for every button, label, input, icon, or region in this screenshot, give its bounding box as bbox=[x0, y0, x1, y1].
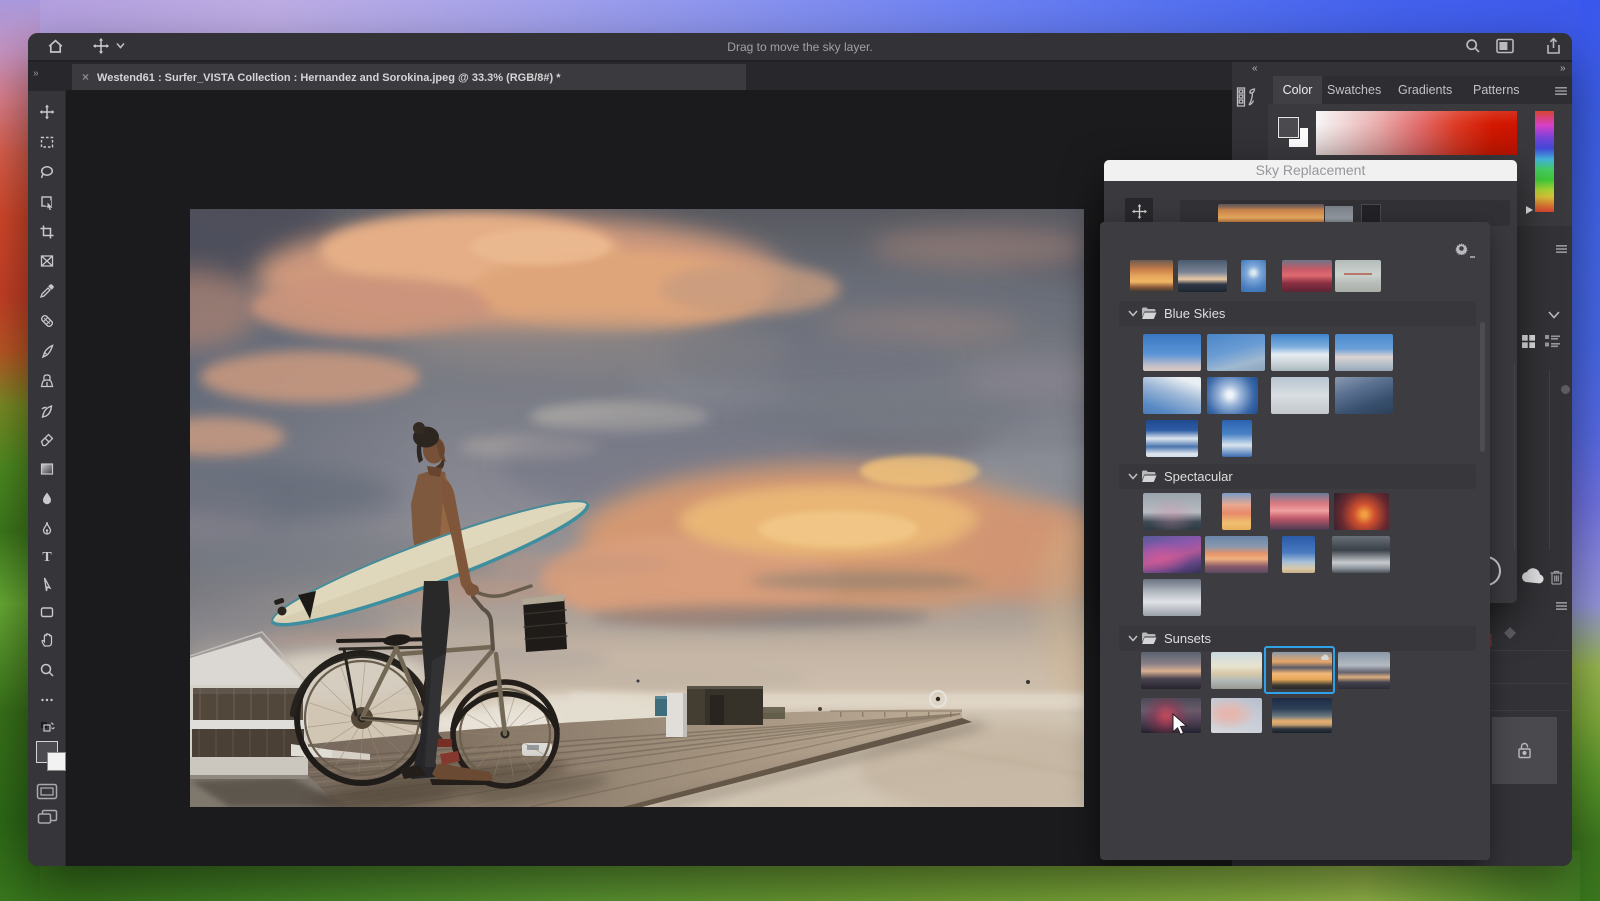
svg-text:T: T bbox=[42, 550, 52, 564]
